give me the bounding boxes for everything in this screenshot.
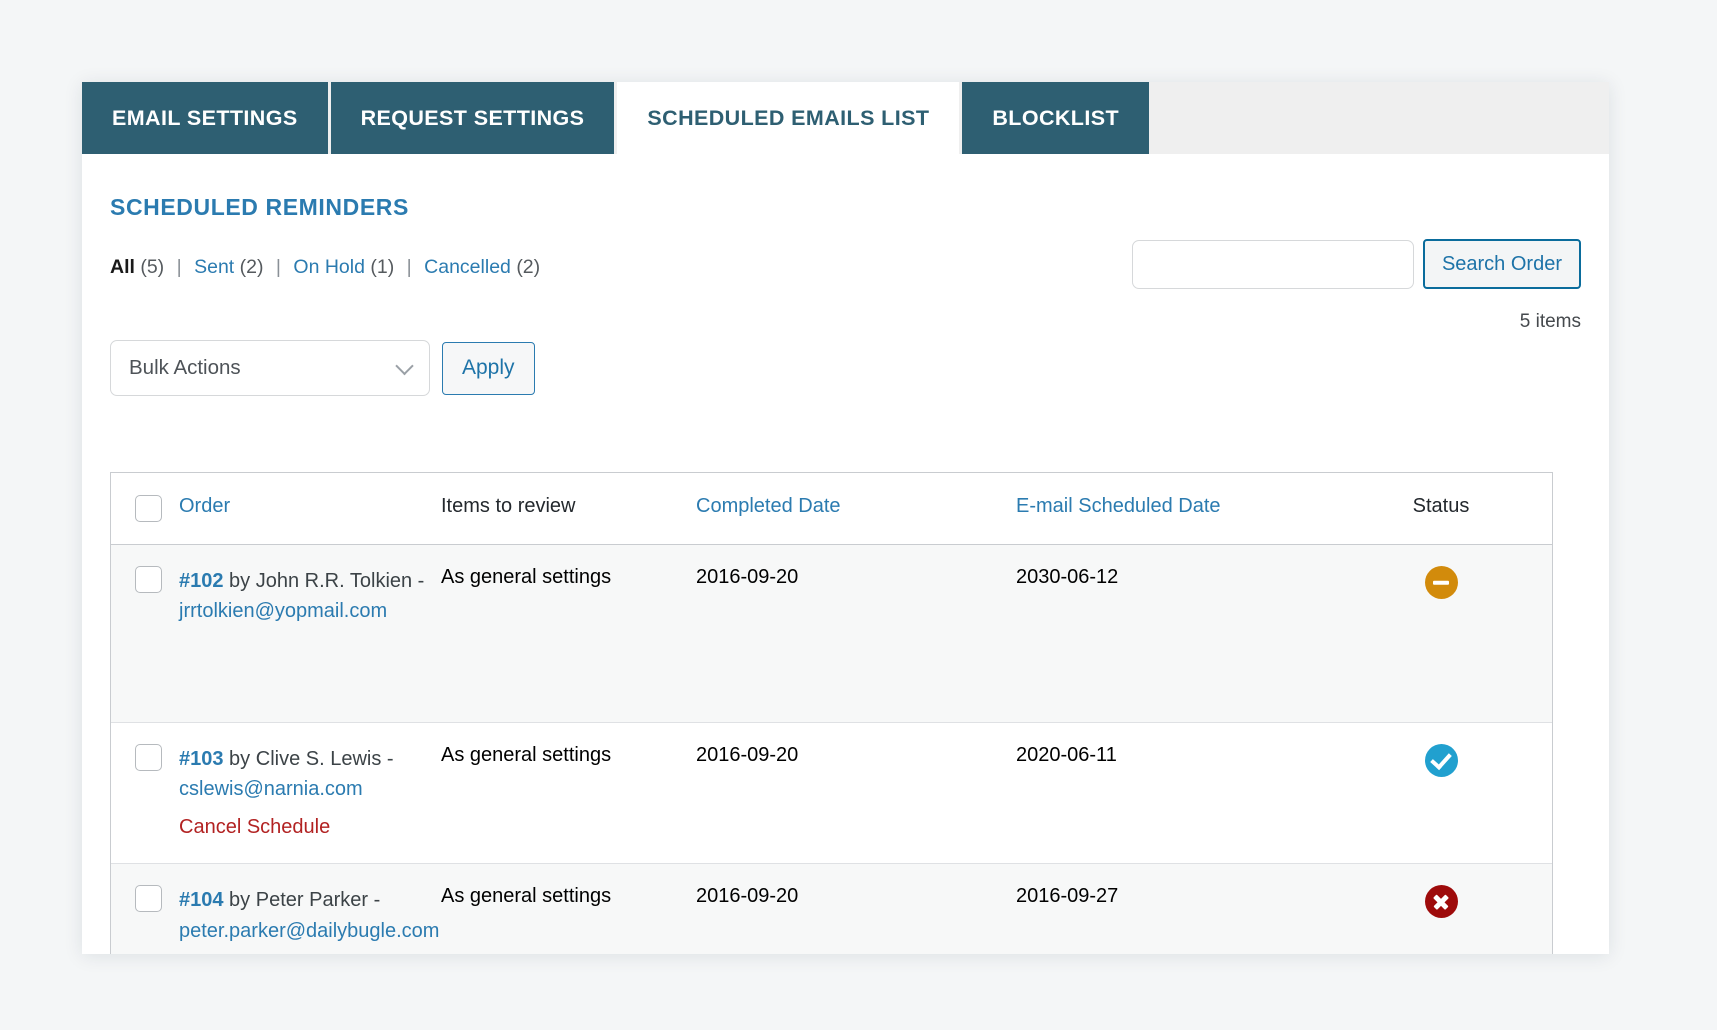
order-email-link[interactable]: peter.parker@dailybugle.com bbox=[179, 916, 441, 946]
column-header-completed-date[interactable]: Completed Date bbox=[696, 473, 1016, 540]
sent-check-icon bbox=[1425, 744, 1458, 777]
filter-label: Sent bbox=[194, 256, 234, 278]
tab-blocklist[interactable]: BLOCKLIST bbox=[962, 82, 1149, 154]
select-all-checkbox[interactable] bbox=[135, 495, 162, 522]
row-status-cell bbox=[1346, 723, 1536, 798]
settings-panel: EMAIL SETTINGS REQUEST SETTINGS SCHEDULE… bbox=[82, 82, 1609, 954]
table-row: #102 by John R.R. Tolkien - jrrtolkien@y… bbox=[111, 545, 1552, 723]
on-hold-icon bbox=[1425, 566, 1458, 599]
app-root: EMAIL SETTINGS REQUEST SETTINGS SCHEDULE… bbox=[0, 0, 1717, 1030]
order-by-text: by bbox=[224, 748, 256, 770]
search-order-button[interactable]: Search Order bbox=[1423, 239, 1581, 289]
row-order-cell: #103 by Clive S. Lewis - cslewis@narnia.… bbox=[179, 723, 441, 863]
row-scheduled-date: 2020-06-11 bbox=[1016, 723, 1346, 788]
tab-label: REQUEST SETTINGS bbox=[361, 106, 585, 131]
table-row: #104 by Peter Parker - peter.parker@dail… bbox=[111, 864, 1552, 954]
row-select-cell bbox=[111, 864, 179, 933]
row-select-cell bbox=[111, 723, 179, 792]
column-header-status: Status bbox=[1346, 473, 1536, 540]
order-id-link[interactable]: #104 bbox=[179, 889, 224, 911]
filter-all[interactable]: All (5) bbox=[110, 256, 170, 278]
row-checkbox[interactable] bbox=[135, 885, 162, 912]
filter-count: (2) bbox=[240, 256, 264, 278]
tab-label: EMAIL SETTINGS bbox=[112, 106, 298, 131]
table-row: #103 by Clive S. Lewis - cslewis@narnia.… bbox=[111, 723, 1552, 864]
row-select-cell bbox=[111, 545, 179, 614]
column-header-email-scheduled-date[interactable]: E-mail Scheduled Date bbox=[1016, 473, 1346, 540]
panel-body: SCHEDULED REMINDERS All (5) | Sent (2) |… bbox=[82, 154, 1609, 954]
row-completed-date: 2016-09-20 bbox=[696, 723, 1016, 788]
order-customer: Peter Parker - bbox=[256, 889, 380, 911]
row-items-to-review: As general settings bbox=[441, 723, 696, 788]
filter-sent[interactable]: Sent (2) bbox=[194, 256, 269, 278]
order-by-text: by bbox=[224, 889, 256, 911]
row-status-cell bbox=[1346, 545, 1536, 620]
cancel-schedule-link[interactable]: Cancel Schedule bbox=[179, 812, 330, 842]
row-completed-date: 2016-09-20 bbox=[696, 864, 1016, 929]
row-status-cell bbox=[1346, 864, 1536, 939]
column-header-items-to-review: Items to review bbox=[441, 473, 696, 540]
row-checkbox[interactable] bbox=[135, 566, 162, 593]
filter-label: Cancelled bbox=[424, 256, 511, 278]
order-email-link[interactable]: jrrtolkien@yopmail.com bbox=[179, 596, 441, 626]
filter-count: (5) bbox=[140, 256, 164, 278]
cancelled-x-icon bbox=[1425, 885, 1458, 918]
tab-email-settings[interactable]: EMAIL SETTINGS bbox=[82, 82, 328, 154]
table-header-row: Order Items to review Completed Date E-m… bbox=[111, 473, 1552, 545]
row-checkbox[interactable] bbox=[135, 744, 162, 771]
bulk-actions-select[interactable]: Bulk Actions bbox=[110, 340, 430, 396]
tab-bar: EMAIL SETTINGS REQUEST SETTINGS SCHEDULE… bbox=[82, 82, 1609, 154]
bulk-actions-value: Bulk Actions bbox=[129, 356, 241, 380]
order-id-link[interactable]: #103 bbox=[179, 748, 224, 770]
order-customer: John R.R. Tolkien - bbox=[256, 570, 425, 592]
order-customer: Clive S. Lewis - bbox=[256, 748, 394, 770]
filter-on-hold[interactable]: On Hold (1) bbox=[293, 256, 399, 278]
tab-label: SCHEDULED EMAILS LIST bbox=[647, 106, 929, 131]
row-scheduled-date: 2030-06-12 bbox=[1016, 545, 1346, 610]
tab-bar-filler bbox=[1152, 82, 1609, 154]
search-area: Search Order bbox=[1132, 239, 1581, 289]
chevron-down-icon bbox=[395, 357, 413, 375]
items-count: 5 items bbox=[1520, 311, 1581, 333]
row-completed-date: 2016-09-20 bbox=[696, 545, 1016, 610]
row-items-to-review: As general settings bbox=[441, 864, 696, 929]
row-order-cell: #104 by Peter Parker - peter.parker@dail… bbox=[179, 864, 441, 954]
page-title: SCHEDULED REMINDERS bbox=[110, 194, 409, 221]
bulk-actions-row: Bulk Actions Apply bbox=[110, 340, 535, 396]
tab-request-settings[interactable]: REQUEST SETTINGS bbox=[331, 82, 615, 154]
select-all-cell bbox=[111, 473, 179, 544]
filter-label: All bbox=[110, 256, 135, 278]
column-header-order[interactable]: Order bbox=[179, 473, 441, 540]
tab-label: BLOCKLIST bbox=[992, 106, 1119, 131]
filter-count: (1) bbox=[370, 256, 394, 278]
search-input[interactable] bbox=[1132, 240, 1414, 289]
order-by-text: by bbox=[224, 570, 256, 592]
row-order-cell: #102 by John R.R. Tolkien - jrrtolkien@y… bbox=[179, 545, 441, 648]
row-items-to-review: As general settings bbox=[441, 545, 696, 610]
filter-cancelled[interactable]: Cancelled (2) bbox=[424, 256, 540, 278]
filter-separator: | bbox=[400, 256, 419, 278]
filter-separator: | bbox=[170, 256, 189, 278]
filter-separator: | bbox=[269, 256, 288, 278]
order-email-link[interactable]: cslewis@narnia.com bbox=[179, 774, 441, 804]
status-filter-list: All (5) | Sent (2) | On Hold (1) | Cance… bbox=[110, 256, 540, 279]
filter-label: On Hold bbox=[293, 256, 365, 278]
scheduled-emails-table: Order Items to review Completed Date E-m… bbox=[110, 472, 1553, 954]
row-scheduled-date: 2016-09-27 bbox=[1016, 864, 1346, 929]
tab-scheduled-emails-list[interactable]: SCHEDULED EMAILS LIST bbox=[617, 82, 959, 154]
filter-count: (2) bbox=[516, 256, 540, 278]
order-id-link[interactable]: #102 bbox=[179, 570, 224, 592]
apply-button[interactable]: Apply bbox=[442, 342, 535, 395]
